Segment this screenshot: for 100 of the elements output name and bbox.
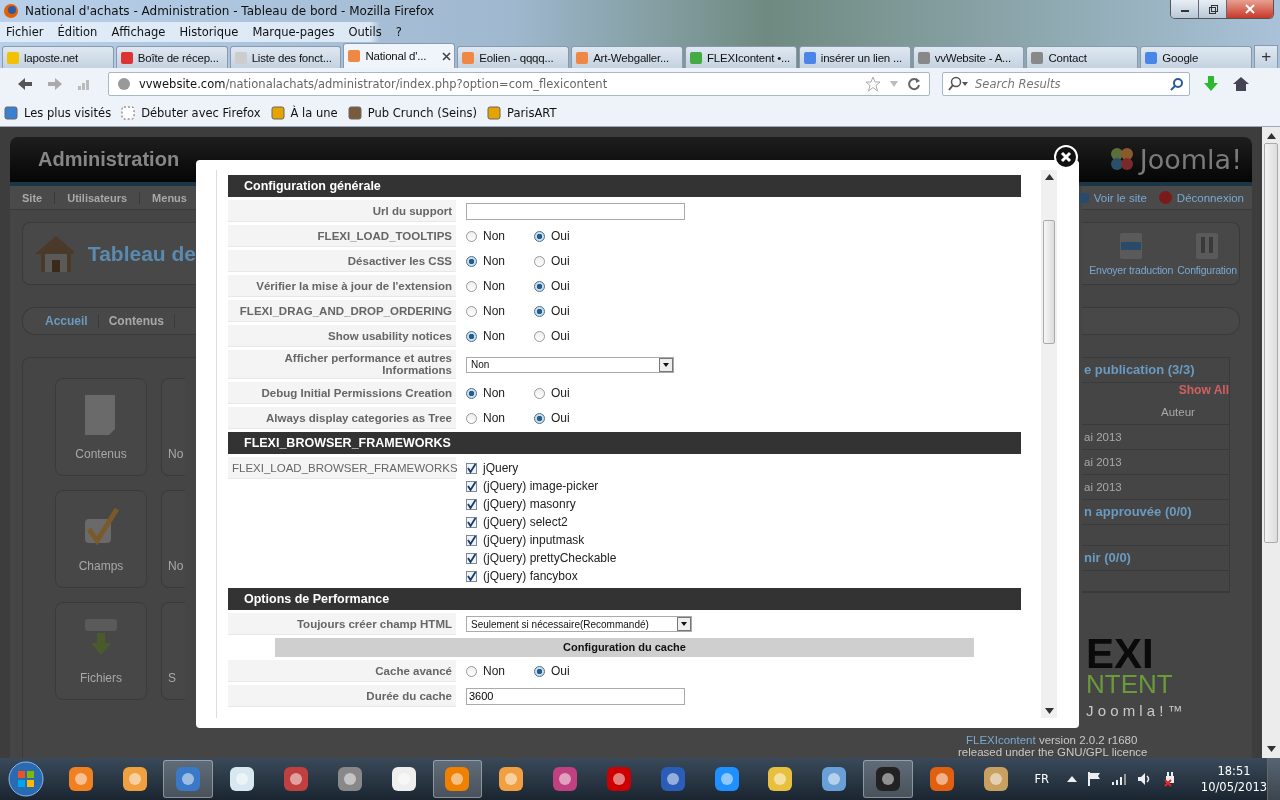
menu-item[interactable]: Marque-pages bbox=[252, 25, 335, 39]
scroll-thumb[interactable] bbox=[1043, 220, 1055, 344]
signal-icon[interactable] bbox=[1111, 772, 1127, 786]
search-icon[interactable] bbox=[1170, 77, 1184, 91]
radio-label[interactable]: Oui bbox=[551, 279, 570, 293]
text-field[interactable] bbox=[466, 202, 685, 220]
address-bar[interactable]: vvwebsite.com/nationalachats/administrator/index.php?option=com_flexicontent bbox=[108, 72, 930, 96]
radio-button[interactable] bbox=[534, 665, 545, 677]
radio-button[interactable] bbox=[534, 330, 545, 342]
power-plug-icon[interactable] bbox=[1162, 771, 1177, 787]
checkbox[interactable] bbox=[466, 570, 477, 582]
radio-label[interactable]: Non bbox=[483, 304, 505, 318]
clock[interactable]: 18:51 10/05/2013 bbox=[1200, 764, 1268, 794]
menu-item[interactable]: Édition bbox=[57, 25, 98, 39]
menu-item[interactable]: ? bbox=[395, 25, 402, 39]
scroll-thumb[interactable] bbox=[1264, 143, 1278, 543]
browser-tab[interactable]: Google bbox=[1140, 46, 1253, 68]
radio-button[interactable] bbox=[534, 412, 545, 424]
radio-label[interactable]: Non bbox=[483, 254, 505, 268]
menu-item[interactable]: Historique bbox=[179, 25, 239, 39]
nav-link[interactable]: Contenus bbox=[98, 314, 176, 328]
checkbox-label[interactable]: (jQuery) prettyCheckable bbox=[483, 551, 617, 565]
back-icon[interactable] bbox=[16, 76, 34, 92]
toolbar-button[interactable]: Envoyer traduction bbox=[1089, 231, 1174, 276]
star-icon[interactable] bbox=[865, 76, 881, 92]
checkbox[interactable] bbox=[466, 498, 477, 510]
start-button[interactable] bbox=[8, 761, 44, 797]
scroll-down-icon[interactable] bbox=[1044, 708, 1054, 714]
radio-label[interactable]: Oui bbox=[551, 304, 570, 318]
radio-label[interactable]: Non bbox=[483, 329, 505, 343]
radio-label[interactable]: Non bbox=[483, 664, 505, 678]
browser-tab[interactable]: laposte.net bbox=[2, 46, 114, 68]
browser-tab[interactable]: vvWebsite - A... bbox=[912, 46, 1025, 68]
radio-button[interactable] bbox=[534, 255, 545, 267]
radio-label[interactable]: Oui bbox=[551, 229, 570, 243]
minimize-button[interactable] bbox=[1171, 0, 1199, 18]
restore-button[interactable] bbox=[1199, 0, 1227, 18]
version-link[interactable]: FLEXIcontent bbox=[966, 734, 1036, 746]
dashboard-card[interactable]: No bbox=[161, 490, 185, 588]
browser-tab[interactable]: National d'... bbox=[343, 43, 456, 68]
flag-icon[interactable] bbox=[1087, 771, 1101, 787]
menu-item[interactable]: Fichier bbox=[6, 25, 44, 39]
logout-link[interactable]: Déconnexion bbox=[1158, 191, 1244, 204]
menu-item[interactable]: Outils bbox=[348, 25, 382, 39]
radio-button[interactable] bbox=[466, 387, 477, 399]
home-icon[interactable] bbox=[1232, 75, 1250, 93]
dashboard-card[interactable]: S bbox=[161, 602, 185, 700]
radio-label[interactable]: Oui bbox=[551, 386, 570, 400]
browser-tab[interactable]: Boîte de récep... bbox=[115, 46, 228, 68]
text-field[interactable]: 3600 bbox=[466, 687, 685, 705]
browser-tab[interactable]: Contact bbox=[1026, 46, 1139, 68]
taskbar-button[interactable] bbox=[863, 760, 913, 798]
language-indicator[interactable]: FR bbox=[1034, 772, 1050, 786]
radio-button[interactable] bbox=[466, 305, 477, 317]
radio-button[interactable] bbox=[466, 665, 477, 677]
browser-tab[interactable]: Eolien - qqqq... bbox=[457, 46, 570, 68]
dashboard-card[interactable]: Contenus bbox=[55, 378, 147, 476]
checkbox-label[interactable]: (jQuery) select2 bbox=[483, 515, 568, 529]
scroll-down-icon[interactable] bbox=[1266, 746, 1276, 752]
bookmark-item[interactable]: Les plus visités bbox=[4, 106, 112, 120]
browser-tab[interactable]: FLEXIcontent •... bbox=[684, 46, 797, 68]
toolbar-button[interactable]: Configuration bbox=[1177, 231, 1237, 276]
dashboard-card[interactable]: No bbox=[161, 378, 185, 476]
checkbox-label[interactable]: (jQuery) image-picker bbox=[483, 479, 599, 493]
dashboard-card[interactable]: Champs bbox=[55, 490, 147, 588]
browser-tab[interactable]: Liste des fonct... bbox=[229, 46, 342, 68]
admin-menu-item[interactable]: Site bbox=[10, 191, 56, 204]
new-tab-button[interactable]: + bbox=[1254, 45, 1279, 68]
browser-tab[interactable]: Art-Webgaller... bbox=[571, 46, 683, 68]
checkbox-label[interactable]: (jQuery) masonry bbox=[483, 497, 576, 511]
radio-label[interactable]: Oui bbox=[551, 254, 570, 268]
close-icon[interactable] bbox=[442, 51, 452, 61]
close-button[interactable] bbox=[1227, 0, 1273, 18]
dropdown[interactable]: Non bbox=[466, 356, 674, 373]
browser-tab[interactable]: insérer un lien ... bbox=[798, 46, 911, 68]
search-field[interactable]: Search Results bbox=[942, 72, 1190, 96]
tray-arrow-icon[interactable] bbox=[1067, 776, 1078, 782]
radio-label[interactable]: Non bbox=[483, 279, 505, 293]
checkbox-label[interactable]: (jQuery) inputmask bbox=[483, 533, 585, 547]
dropdown[interactable]: Seulement si nécessaire(Recommandé) bbox=[466, 616, 692, 632]
radio-label[interactable]: Non bbox=[483, 386, 505, 400]
radio-label[interactable]: Oui bbox=[551, 411, 570, 425]
radio-button[interactable] bbox=[466, 412, 477, 424]
admin-menu-item[interactable]: Utilisateurs bbox=[55, 191, 141, 204]
bookmark-item[interactable]: À la une bbox=[270, 106, 338, 120]
radio-label[interactable]: Oui bbox=[551, 664, 570, 678]
checkbox[interactable] bbox=[466, 534, 477, 546]
bookmark-item[interactable]: ParisART bbox=[487, 106, 557, 120]
checkbox[interactable] bbox=[466, 462, 477, 474]
radio-button[interactable] bbox=[534, 305, 545, 317]
radio-label[interactable]: Non bbox=[483, 411, 505, 425]
radio-button[interactable] bbox=[534, 280, 545, 292]
radio-button[interactable] bbox=[534, 387, 545, 399]
checkbox-label[interactable]: (jQuery) fancybox bbox=[483, 569, 578, 583]
radio-button[interactable] bbox=[466, 255, 477, 267]
menu-item[interactable]: Affichage bbox=[111, 25, 166, 39]
radio-button[interactable] bbox=[466, 330, 477, 342]
bookmark-item[interactable]: Débuter avec Firefox bbox=[121, 106, 261, 120]
checkbox[interactable] bbox=[466, 516, 477, 528]
bookmark-item[interactable]: Pub Crunch (Seins) bbox=[347, 106, 478, 120]
